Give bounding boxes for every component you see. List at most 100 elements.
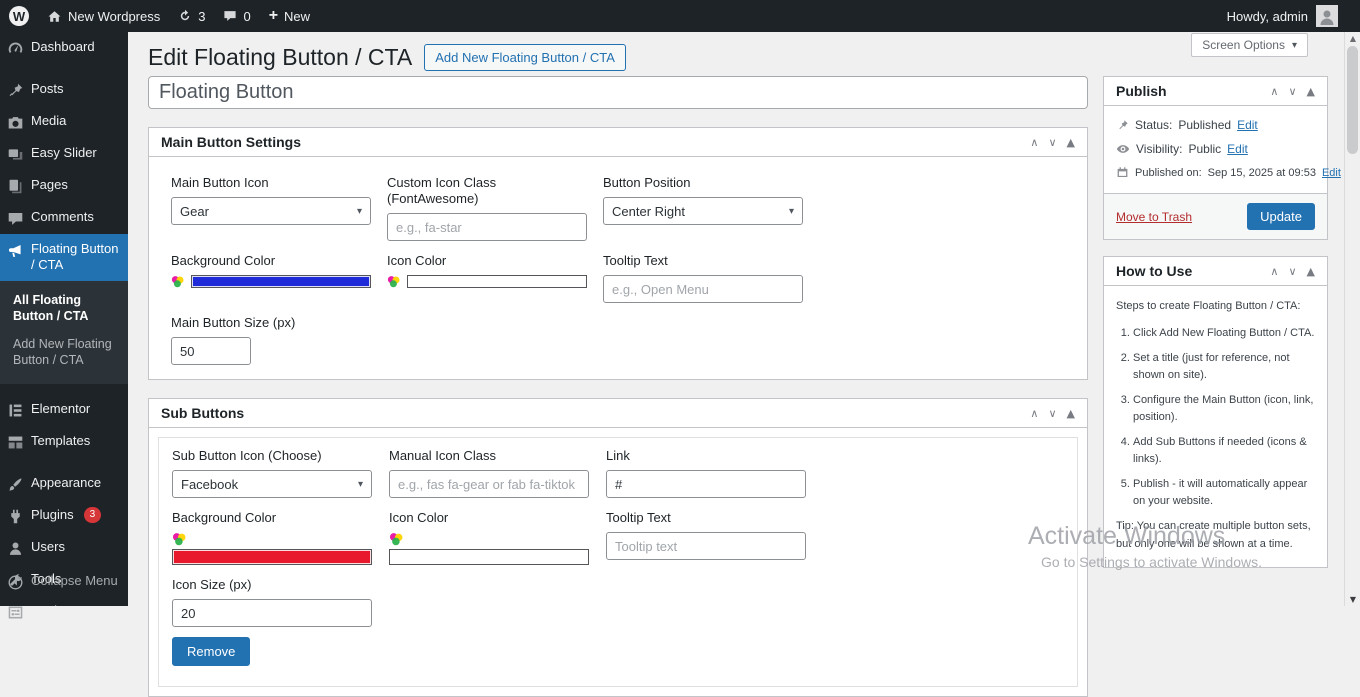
how-to-use-box: How to Use ∧ ∨ ▲ Steps to create Floatin… xyxy=(1103,256,1328,568)
box-title: Publish xyxy=(1116,83,1167,99)
post-title-input[interactable] xyxy=(148,76,1088,109)
scrollbar-thumb[interactable] xyxy=(1347,46,1358,154)
sidebar-item-comments[interactable]: Comments xyxy=(0,202,128,234)
color-picker-icon[interactable] xyxy=(171,275,184,288)
sidebar-item-label: Pages xyxy=(31,177,68,193)
sidebar-item-label: Plugins xyxy=(31,507,74,523)
wordpress-icon: W xyxy=(9,6,29,26)
how-to-use-header: How to Use ∧ ∨ ▲ xyxy=(1104,257,1327,286)
move-up-icon[interactable]: ∧ xyxy=(1030,136,1038,149)
toggle-panel-icon[interactable]: ▲ xyxy=(1067,136,1075,149)
icon-color-label: Icon Color xyxy=(387,253,587,269)
sidebar-item-label: Appearance xyxy=(31,475,101,491)
posts-pin-icon xyxy=(7,82,24,99)
sub-icon-color-swatch[interactable] xyxy=(389,549,589,565)
edit-published-link[interactable]: Edit xyxy=(1322,167,1341,179)
avatar[interactable] xyxy=(1316,5,1338,27)
sidebar-item-label: Comments xyxy=(31,209,94,225)
main-button-icon-select[interactable]: Gear ▾ xyxy=(171,197,371,225)
media-icon xyxy=(7,114,24,131)
sub-buttons-header: Sub Buttons ∧ ∨ ▲ xyxy=(149,399,1087,428)
scrollbar-up-icon[interactable]: ▲ xyxy=(1345,34,1360,43)
main-background-color-swatch[interactable] xyxy=(191,275,371,288)
sidebar-item-pages[interactable]: Pages xyxy=(0,170,128,202)
sub-button-icon-select[interactable]: Facebook ▾ xyxy=(172,470,372,498)
color-picker-icon[interactable] xyxy=(172,532,372,546)
toggle-panel-icon[interactable]: ▲ xyxy=(1307,85,1315,98)
remove-sub-button[interactable]: Remove xyxy=(172,637,250,666)
sidebar-item-floating-button-cta[interactable]: Floating Button / CTA xyxy=(0,234,128,281)
sidebar-item-appearance[interactable]: Appearance xyxy=(0,468,128,500)
sidebar-item-posts[interactable]: Posts xyxy=(0,74,128,106)
move-down-icon[interactable]: ∨ xyxy=(1288,85,1296,98)
move-down-icon[interactable]: ∨ xyxy=(1048,136,1056,149)
custom-icon-class-input[interactable] xyxy=(387,213,587,241)
main-button-settings-header: Main Button Settings ∧ ∨ ▲ xyxy=(149,128,1087,157)
collapse-menu-button[interactable]: Collapse Menu xyxy=(0,566,128,598)
new-content-menu[interactable]: + New xyxy=(260,0,319,32)
color-picker-icon[interactable] xyxy=(389,532,589,546)
main-button-settings-box: Main Button Settings ∧ ∨ ▲ Main Button I… xyxy=(148,127,1088,380)
published-on-value: Sep 15, 2025 at 09:53 xyxy=(1208,167,1316,179)
main-content: Screen Options ▾ Edit Floating Button / … xyxy=(128,32,1344,606)
sub-link-input[interactable] xyxy=(606,470,806,498)
visibility-row: Visibility: Public Edit xyxy=(1116,142,1315,156)
add-new-floating-button-cta-button[interactable]: Add New Floating Button / CTA xyxy=(424,44,626,71)
updates-count: 3 xyxy=(198,9,205,24)
scrollbar-down-icon[interactable]: ▼ xyxy=(1345,595,1360,604)
move-up-icon[interactable]: ∧ xyxy=(1270,265,1278,278)
sub-background-color-swatch[interactable] xyxy=(172,549,372,565)
slider-images-icon xyxy=(7,146,24,163)
sidebar-item-easy-slider[interactable]: Easy Slider xyxy=(0,138,128,170)
toggle-panel-icon[interactable]: ▲ xyxy=(1067,407,1075,420)
button-position-select[interactable]: Center Right ▾ xyxy=(603,197,803,225)
box-title: Sub Buttons xyxy=(161,405,244,421)
submenu-add-new-floating-button-cta[interactable]: Add New Floating Button / CTA xyxy=(0,330,128,375)
move-down-icon[interactable]: ∨ xyxy=(1288,265,1296,278)
sub-tooltip-text-label: Tooltip Text xyxy=(606,510,806,526)
wordpress-logo[interactable]: W xyxy=(0,0,38,32)
edit-visibility-link[interactable]: Edit xyxy=(1227,142,1248,156)
sidebar-item-media[interactable]: Media xyxy=(0,106,128,138)
step-item: Publish - it will automatically appear o… xyxy=(1133,476,1315,510)
menu-separator xyxy=(0,64,128,74)
selected-value: Center Right xyxy=(612,204,685,219)
main-tooltip-text-input[interactable] xyxy=(603,275,803,303)
site-name-menu[interactable]: New Wordpress xyxy=(38,0,169,32)
sidebar-item-dashboard[interactable]: Dashboard xyxy=(0,32,128,64)
chevron-down-icon: ▾ xyxy=(1292,40,1297,51)
sidebar-item-users[interactable]: Users xyxy=(0,532,128,564)
sidebar-item-templates[interactable]: Templates xyxy=(0,426,128,458)
sidebar-item-plugins[interactable]: Plugins 3 xyxy=(0,500,128,532)
submenu-all-floating-button-cta[interactable]: All Floating Button / CTA xyxy=(0,286,128,331)
color-picker-icon[interactable] xyxy=(387,275,400,288)
move-down-icon[interactable]: ∨ xyxy=(1048,407,1056,420)
sidebar-item-label: Templates xyxy=(31,433,90,449)
main-icon-color-swatch[interactable] xyxy=(407,275,587,288)
plugins-update-badge: 3 xyxy=(84,507,102,523)
howdy-text[interactable]: Howdy, admin xyxy=(1227,9,1308,24)
update-button[interactable]: Update xyxy=(1247,203,1315,230)
manual-icon-class-input[interactable] xyxy=(389,470,589,498)
admin-bar: W New Wordpress 3 0 + New Howdy, admin xyxy=(0,0,1360,32)
sidebar-item-elementor[interactable]: Elementor xyxy=(0,394,128,426)
toggle-panel-icon[interactable]: ▲ xyxy=(1307,265,1315,278)
move-up-icon[interactable]: ∧ xyxy=(1270,85,1278,98)
how-to-use-intro: Steps to create Floating Button / CTA: xyxy=(1116,298,1315,315)
edit-status-link[interactable]: Edit xyxy=(1237,118,1258,132)
move-up-icon[interactable]: ∧ xyxy=(1030,407,1038,420)
sidebar-item-label: Floating Button / CTA xyxy=(31,241,121,274)
step-item: Configure the Main Button (icon, link, p… xyxy=(1133,392,1315,426)
visibility-label: Visibility: xyxy=(1136,142,1182,156)
main-button-size-input[interactable] xyxy=(171,337,251,365)
move-to-trash-link[interactable]: Move to Trash xyxy=(1116,210,1192,224)
comments-menu[interactable]: 0 xyxy=(214,0,259,32)
main-button-icon-label: Main Button Icon xyxy=(171,175,371,191)
updates-menu[interactable]: 3 xyxy=(169,0,214,32)
visibility-value: Public xyxy=(1188,142,1221,156)
sidebar-item-settings[interactable]: Settings xyxy=(0,596,128,628)
icon-size-input[interactable] xyxy=(172,599,372,627)
sub-tooltip-text-input[interactable] xyxy=(606,532,806,560)
vertical-scrollbar[interactable]: ▲ ▼ xyxy=(1344,32,1360,606)
screen-options-button[interactable]: Screen Options ▾ xyxy=(1191,33,1308,57)
